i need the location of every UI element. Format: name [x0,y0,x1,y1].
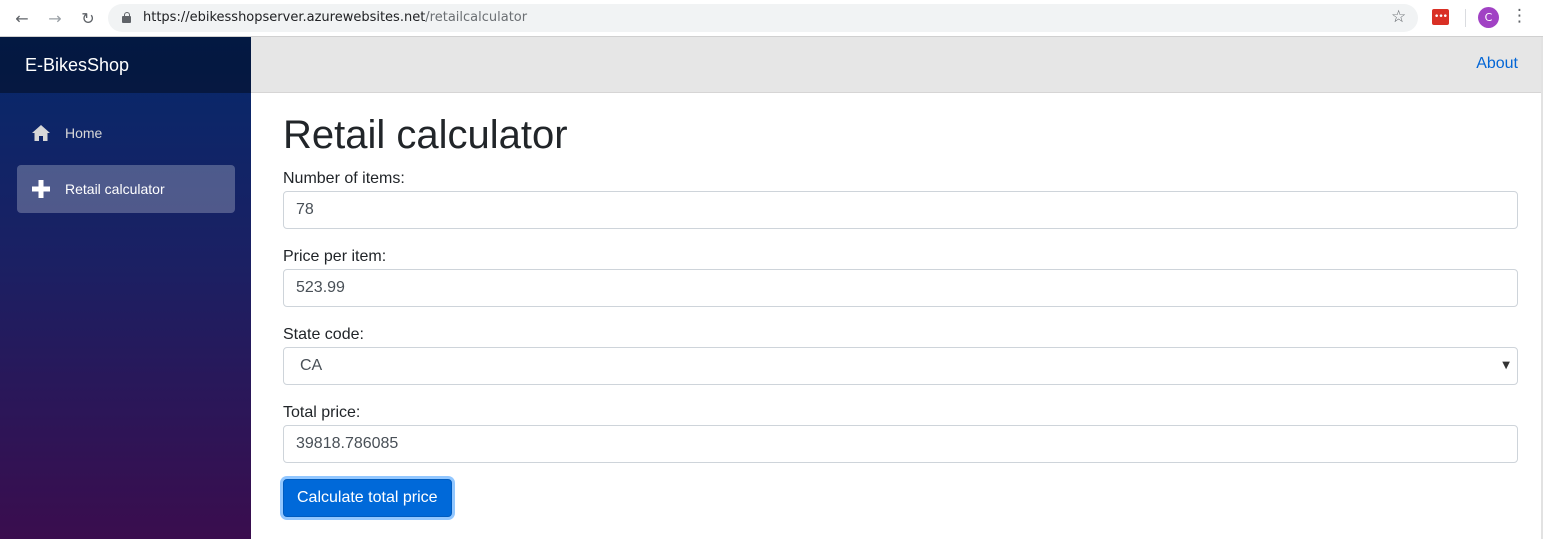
reload-icon[interactable]: ↻ [76,6,100,30]
top-row: About [251,37,1543,93]
sidebar-item-label: Home [65,125,103,141]
brand-title[interactable]: E-BikesShop [0,37,251,93]
dropdown-caret-icon: ▼ [1502,360,1510,371]
bookmark-star-icon[interactable]: ☆ [1391,7,1406,27]
price-per-item-input[interactable] [283,269,1518,307]
back-icon[interactable]: ← [10,6,34,30]
extension-icon[interactable]: ••• [1432,9,1449,25]
number-of-items-input[interactable] [283,191,1518,229]
sidebar-item-home[interactable]: Home [17,109,235,157]
items-label: Number of items: [283,170,405,187]
price-label: Price per item: [283,248,387,265]
calculate-total-price-button[interactable]: Calculate total price [283,479,452,517]
state-code-value: CA [300,357,323,374]
toolbar-divider [1465,9,1466,27]
url-host: https://ebikesshopserver.azurewebsites.n… [143,10,426,25]
sidebar-item-retail-calculator[interactable]: Retail calculator [17,165,235,213]
forward-icon[interactable]: → [43,6,67,30]
profile-avatar[interactable]: C [1478,7,1499,28]
sidebar-item-label: Retail calculator [65,181,165,197]
sidebar: E-BikesShop Home Retail calculator [0,37,251,539]
page-title: Retail calculator [283,113,568,157]
brand-label: E-BikesShop [25,54,130,75]
about-link[interactable]: About [1476,55,1518,73]
state-code-select[interactable]: CA ▼ [283,347,1518,385]
plus-icon [17,180,65,198]
address-bar[interactable]: https://ebikesshopserver.azurewebsites.n… [108,4,1418,32]
url-path: /retailcalculator [425,10,528,25]
state-label: State code: [283,326,364,343]
url-text: https://ebikesshopserver.azurewebsites.n… [143,10,527,25]
total-label: Total price: [283,404,361,421]
total-price-input[interactable] [283,425,1518,463]
lock-icon [122,12,131,23]
menu-kebab-icon[interactable]: ⋮ [1511,6,1528,26]
home-icon [17,125,65,141]
browser-toolbar: ← → ↻ https://ebikesshopserver.azurewebs… [0,0,1543,37]
